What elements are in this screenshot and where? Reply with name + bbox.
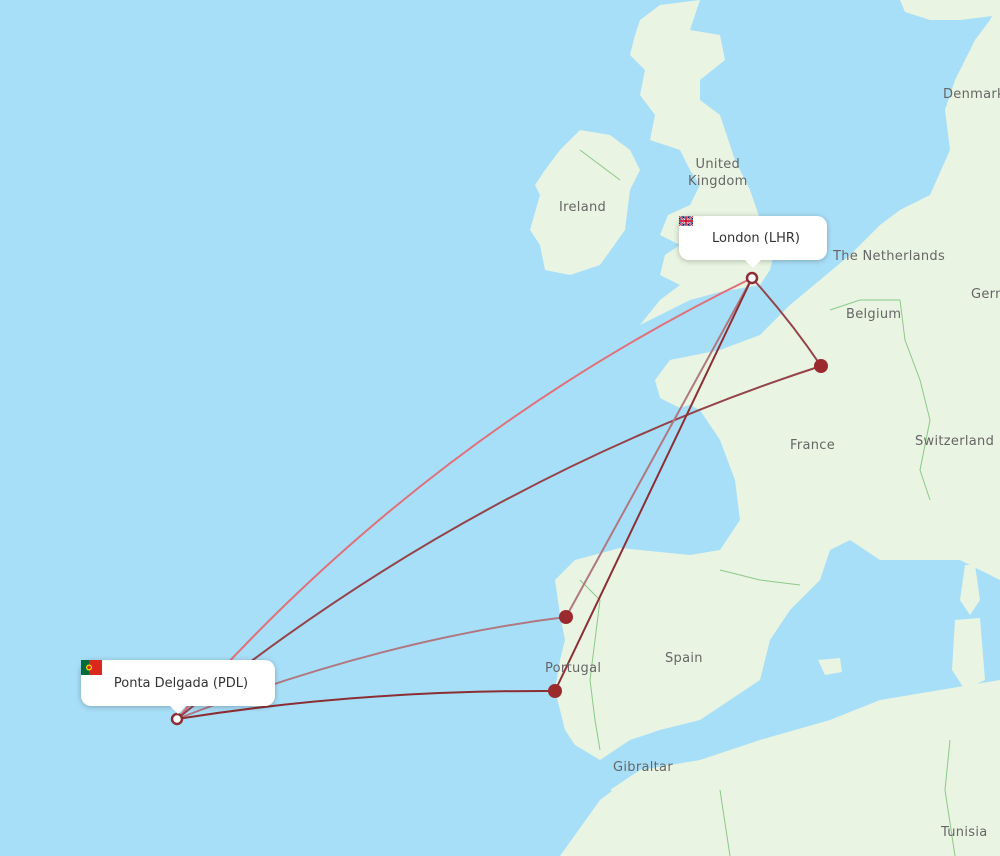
scandinavia — [900, 0, 1000, 20]
map-canvas — [170, 0, 1000, 856]
label-denmark: Denmark — [943, 87, 1000, 102]
label-belgium: Belgium — [846, 307, 902, 322]
stop-porto[interactable] — [559, 610, 573, 624]
label-switzerland: Switzerland — [915, 434, 995, 449]
origin-callout[interactable]: Ponta Delgada (PDL) — [81, 660, 275, 714]
label-gibraltar: Gibraltar — [613, 760, 673, 775]
label-germany: Germany — [971, 287, 1000, 302]
label-portugal: Portugal — [545, 661, 602, 676]
route-map[interactable]: Ireland United Kingdom Denmark The Nethe… — [0, 0, 1000, 856]
destination-label: London (LHR) — [712, 230, 800, 246]
label-spain: Spain — [665, 651, 703, 666]
label-netherlands: The Netherlands — [833, 249, 946, 264]
airport-marker-lhr[interactable] — [745, 271, 759, 285]
continental-europe — [555, 0, 1000, 856]
label-tunisia: Tunisia — [941, 825, 988, 840]
stop-paris[interactable] — [814, 359, 828, 373]
airport-marker-pdl[interactable] — [170, 712, 184, 726]
sardinia — [952, 618, 985, 690]
mallorca — [818, 658, 842, 675]
label-ireland: Ireland — [559, 200, 607, 215]
destination-callout[interactable]: London (LHR) — [679, 216, 827, 268]
label-united-kingdom: United Kingdom — [688, 157, 748, 189]
stop-lisbon[interactable] — [548, 684, 562, 698]
label-france: France — [790, 438, 836, 453]
origin-label: Ponta Delgada (PDL) — [113, 675, 249, 691]
land-layer — [530, 0, 1000, 856]
corsica — [960, 565, 980, 615]
